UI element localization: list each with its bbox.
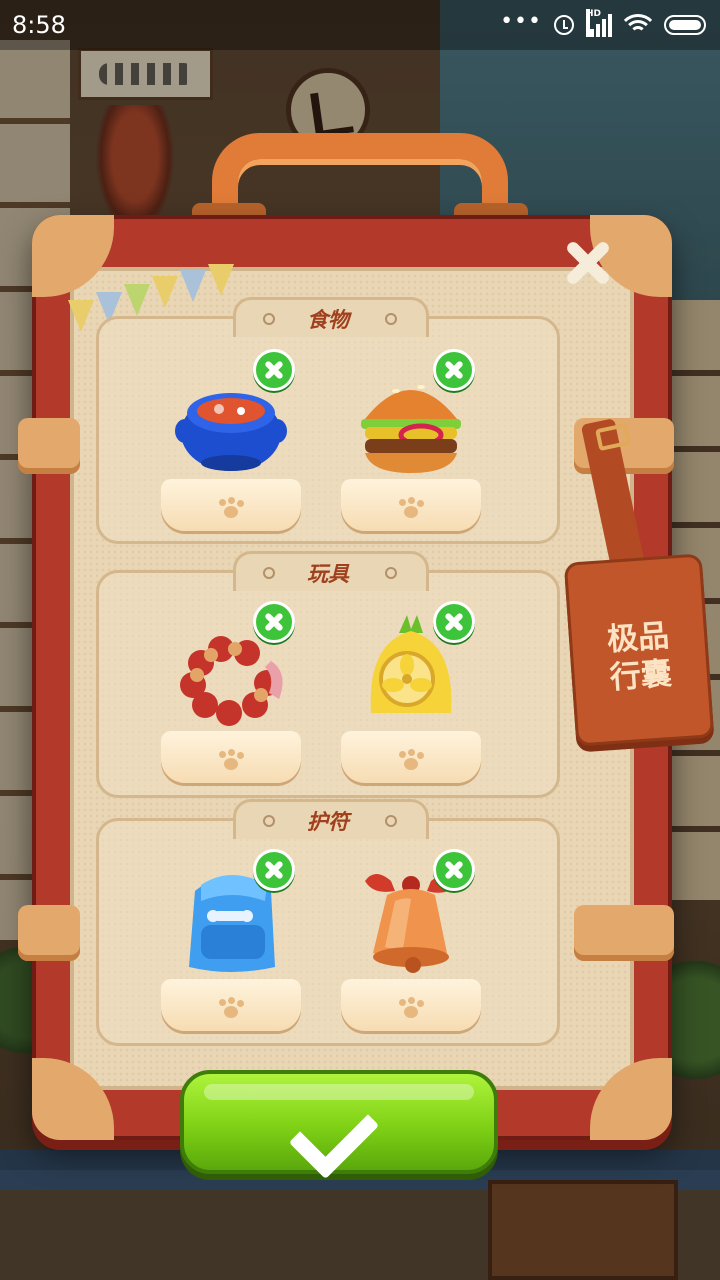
luggage-tag-line2: 行囊 (608, 655, 673, 697)
paw-print-icon (397, 497, 425, 519)
item-pedestal (161, 731, 301, 783)
paw-print-icon (217, 997, 245, 1019)
luggage-tag: 极品 行囊 (563, 553, 715, 747)
item-slot-bead-ring[interactable] (161, 593, 301, 783)
section-food: 食物 (96, 297, 560, 544)
item-pedestal (161, 979, 301, 1031)
signal-icon: HD (586, 9, 612, 37)
paw-print-icon (397, 997, 425, 1019)
item-pedestal (341, 731, 481, 783)
item-slot-bell[interactable] (341, 841, 481, 1031)
side-strap-left-top (18, 418, 80, 474)
battery-icon (664, 15, 706, 35)
status-bar: 8:58 ••• HD (0, 0, 720, 50)
paw-print-icon (397, 749, 425, 771)
more-dots-icon: ••• (500, 9, 542, 34)
remove-item-button[interactable] (253, 601, 295, 643)
section-title: 玩具 (307, 562, 349, 586)
section-title: 护符 (307, 810, 349, 834)
item-pedestal (341, 479, 481, 531)
alarm-icon (554, 15, 574, 35)
wifi-icon (624, 14, 652, 36)
section-toys: 玩具 (96, 551, 560, 798)
remove-item-button[interactable] (433, 849, 475, 891)
luggage-tag-label: 极品 行囊 (571, 614, 708, 699)
flag-5 (180, 270, 206, 302)
side-strap-right-bottom (574, 905, 674, 961)
section-title: 食物 (307, 308, 349, 332)
remove-item-button[interactable] (433, 601, 475, 643)
item-slot-burger[interactable] (341, 341, 481, 531)
paw-print-icon (217, 749, 245, 771)
flag-6 (208, 264, 234, 296)
side-strap-left-bottom (18, 905, 80, 961)
remove-item-button[interactable] (433, 349, 475, 391)
crossed-bones-close-icon[interactable] (552, 230, 624, 294)
remove-item-button[interactable] (253, 849, 295, 891)
paw-print-icon (217, 497, 245, 519)
status-icons: ••• HD (500, 9, 706, 40)
checkmark-icon (288, 1088, 380, 1180)
flag-1 (68, 300, 94, 332)
item-pedestal (161, 479, 301, 531)
item-pedestal (341, 979, 481, 1031)
item-slot-pineapple-fan[interactable] (341, 593, 481, 783)
status-time: 8:58 (12, 11, 66, 39)
section-charms: 护符 (96, 799, 560, 1046)
item-slot-backpack[interactable] (161, 841, 301, 1031)
remove-item-button[interactable] (253, 349, 295, 391)
confirm-button[interactable] (180, 1070, 498, 1180)
item-slot-soup-pot[interactable] (161, 341, 301, 531)
